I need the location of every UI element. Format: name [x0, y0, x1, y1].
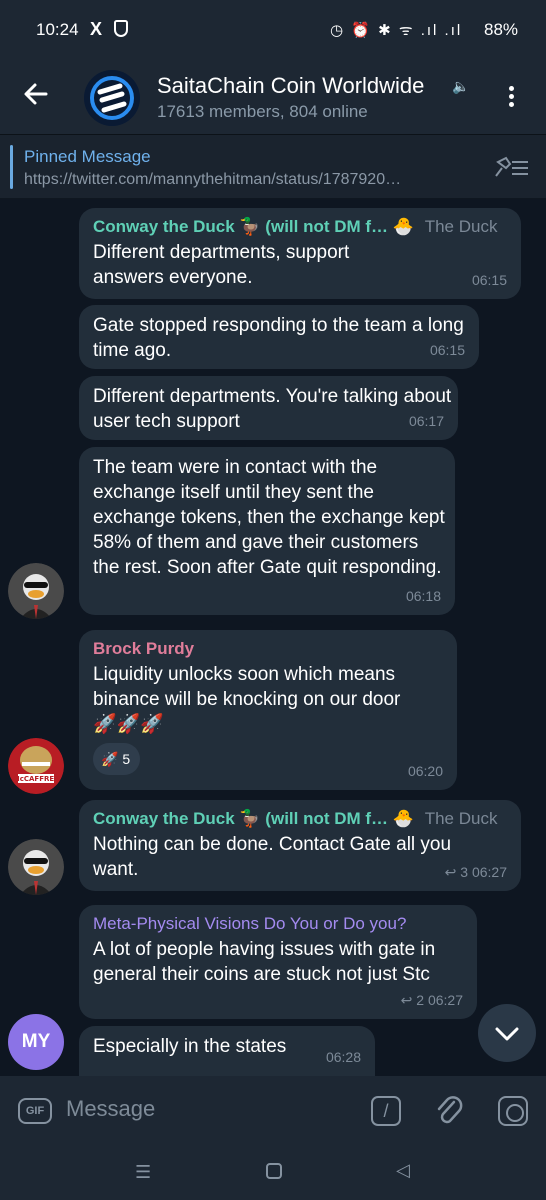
message-time: 06:28 — [325, 1049, 361, 1065]
sender-tag: The Duck — [424, 809, 498, 828]
message-time: 06:27 — [427, 992, 463, 1008]
battery-level: 88% — [484, 20, 519, 39]
duck-avatar-icon — [8, 839, 64, 895]
message-sender: Brock Purdy — [93, 639, 195, 658]
message-sender: Conway the Duck 🦆 (will not DM f… 🐣 The … — [93, 808, 507, 830]
message-list[interactable]: Conway the Duck 🦆 (will not DM f… 🐣 The … — [0, 199, 546, 1076]
message-time: 06:27 — [471, 864, 507, 880]
message-time: 06:17 — [408, 413, 444, 429]
system-navigation-bar: ☰ ◁ — [0, 1144, 546, 1200]
message-sender: Meta-Physical Visions Do You or Do you? — [93, 914, 407, 933]
sender-name: Conway the Duck 🦆 (will not DM f… — [93, 809, 389, 828]
message-sender: Conway the Duck 🦆 (will not DM f… 🐣 The … — [93, 216, 507, 238]
chevron-down-icon — [495, 1027, 519, 1041]
message-time: 06:20 — [407, 763, 443, 779]
more-options-icon[interactable] — [508, 86, 516, 110]
message-bubble[interactable]: Brock Purdy Liquidity unlocks soon which… — [79, 630, 457, 790]
sender-name: Conway the Duck 🦆 (will not DM f… — [93, 217, 389, 236]
football-avatar-icon: McCAFFREY — [8, 738, 64, 794]
channel-title: SaitaChain Coin Worldwide — [157, 73, 425, 98]
message-bubble[interactable]: Conway the Duck 🦆 (will not DM f… 🐣 The … — [79, 800, 521, 891]
attach-icon[interactable] — [434, 1094, 464, 1128]
message-bubble[interactable]: The team were in contact with the exchan… — [79, 447, 455, 615]
channel-member-count: 17613 members, 804 online — [157, 102, 368, 121]
sender-emoji: 🐣 — [392, 809, 414, 828]
message-bubble[interactable]: Meta-Physical Visions Do You or Do you? … — [79, 905, 477, 1019]
user-avatar-my[interactable]: MY — [8, 1014, 64, 1070]
message-time: 06:15 — [429, 342, 465, 358]
user-avatar-duck[interactable] — [8, 839, 64, 895]
sender-tag: The Duck — [424, 217, 498, 236]
message-bubble[interactable]: Conway the Duck 🦆 (will not DM f… 🐣 The … — [79, 208, 521, 299]
message-input[interactable]: Message — [66, 1096, 155, 1122]
saitachain-logo-icon — [84, 70, 140, 126]
reaction-chip[interactable]: 🚀 5 — [93, 743, 141, 775]
back-arrow-icon[interactable] — [22, 80, 50, 108]
camera-icon[interactable] — [498, 1096, 528, 1126]
x-icon: X — [90, 19, 103, 39]
message-text: Liquidity unlocks soon which means binan… — [93, 664, 401, 710]
message-bubble[interactable]: Different departments. You're talking ab… — [79, 376, 458, 440]
home-icon[interactable] — [266, 1163, 282, 1179]
message-text: Different departments, support answers e… — [93, 242, 350, 288]
pinned-indicator — [10, 145, 13, 189]
message-time-row: ↩ 2 06:27 — [401, 988, 463, 1013]
message-text: Different departments. You're talking ab… — [93, 386, 452, 432]
message-time: 06:15 — [471, 272, 507, 288]
bot-command-button[interactable]: / — [371, 1096, 401, 1126]
message-emojis: 🚀🚀🚀 — [93, 714, 164, 735]
chat-header[interactable]: SaitaChain Coin Worldwide 🔈 17613 member… — [0, 56, 546, 134]
user-avatar-brock[interactable]: McCAFFREY — [8, 738, 64, 794]
pinned-list-icon[interactable] — [494, 154, 530, 180]
reaction-rocket-icon: 🚀 — [101, 751, 119, 767]
message-text: Especially in the states — [93, 1036, 287, 1057]
status-bar: 10:24 X ◷ ⏰ ✱ ᯤ .ıl .ıl 88% — [0, 0, 546, 56]
pinned-message-bar[interactable]: Pinned Message https://twitter.com/manny… — [0, 134, 546, 198]
message-time: 06:18 — [405, 588, 441, 604]
message-input-bar: GIF Message / — [0, 1076, 546, 1144]
channel-avatar[interactable] — [84, 70, 140, 126]
duck-avatar-icon — [8, 563, 64, 619]
message-text: A lot of people having issues with gate … — [93, 939, 436, 985]
system-status-icons: ◷ ⏰ ✱ ᯤ .ıl .ıl — [330, 22, 463, 39]
gif-button[interactable]: GIF — [18, 1098, 52, 1124]
recent-apps-icon[interactable]: ☰ — [135, 1162, 151, 1183]
pinned-label: Pinned Message — [24, 147, 151, 166]
scroll-to-bottom-button[interactable] — [478, 1004, 536, 1062]
message-bubble[interactable]: Especially in the states 06:28 — [79, 1026, 375, 1076]
muted-icon: 🔈 — [452, 78, 470, 94]
reply-count[interactable]: ↩ 3 — [445, 864, 468, 880]
status-time: 10:24 — [36, 20, 79, 39]
reply-count[interactable]: ↩ 2 — [401, 992, 424, 1008]
sender-emoji: 🐣 — [392, 217, 414, 236]
back-nav-icon[interactable]: ◁ — [396, 1160, 410, 1181]
reaction-count: 5 — [122, 751, 131, 767]
svg-text:McCAFFREY: McCAFFREY — [13, 775, 60, 783]
message-text: Gate stopped responding to the team a lo… — [93, 315, 464, 361]
message-time-row: ↩ 3 06:27 — [445, 860, 507, 885]
shield-icon — [114, 20, 128, 37]
user-avatar-duck[interactable] — [8, 563, 64, 619]
message-bubble[interactable]: Gate stopped responding to the team a lo… — [79, 305, 479, 369]
message-text: Nothing can be done. Contact Gate all yo… — [93, 834, 452, 880]
message-text: The team were in contact with the exchan… — [93, 457, 445, 578]
pinned-text: https://twitter.com/mannythehitman/statu… — [24, 171, 402, 188]
